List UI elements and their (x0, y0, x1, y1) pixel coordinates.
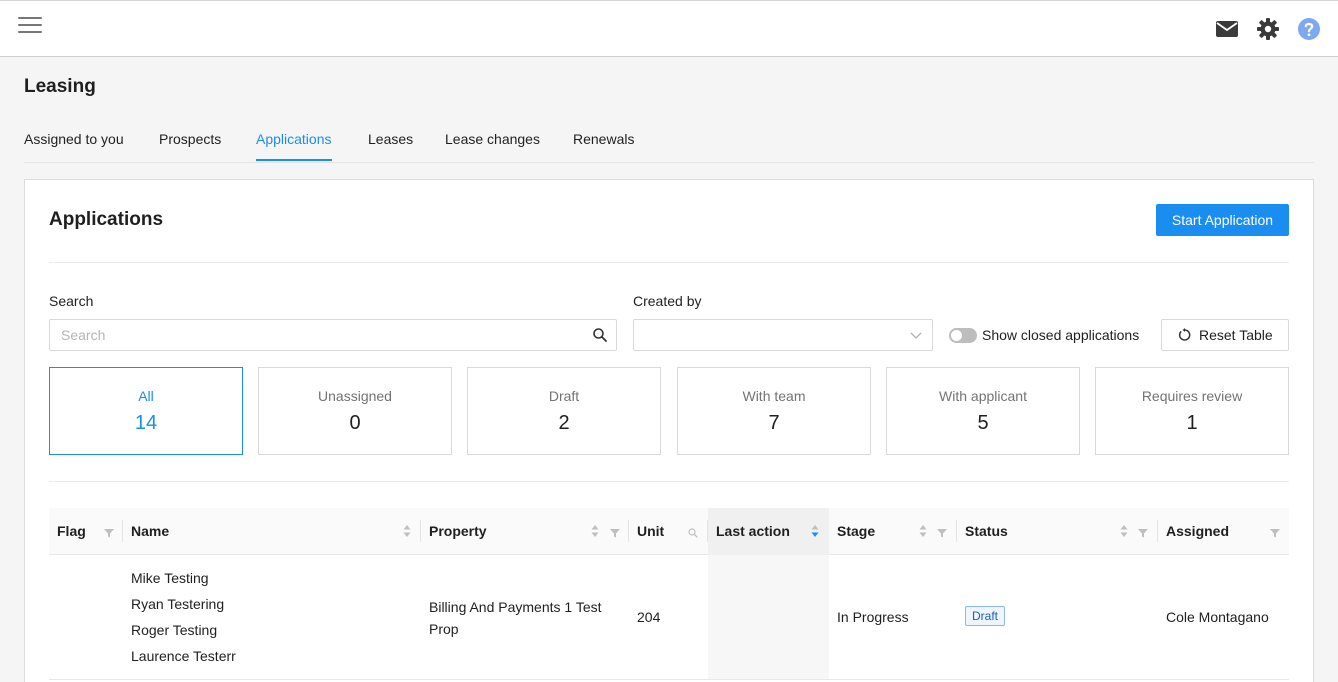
applicant-name[interactable]: Ryan Testering (131, 591, 236, 617)
column-header-name[interactable]: Name (123, 508, 421, 555)
filter-icon[interactable] (1138, 525, 1148, 538)
stat-label: Unassigned (318, 388, 392, 404)
stat-label: Requires review (1141, 388, 1243, 404)
column-label: Assigned (1166, 523, 1230, 539)
stat-count: 0 (349, 412, 361, 434)
stat-count: 14 (134, 412, 158, 434)
tab-renewals[interactable]: Renewals (573, 131, 634, 159)
column-label: Status (965, 523, 1008, 539)
reset-table-button[interactable]: Reset Table (1161, 319, 1289, 351)
applicant-name[interactable]: Laurence Testerr (131, 643, 236, 669)
table-header: Flag Name Property Unit Last action Stag… (49, 508, 1289, 555)
stat-label: With applicant (939, 388, 1027, 404)
sort-icon[interactable] (1120, 524, 1128, 538)
stat-label: With team (742, 388, 806, 404)
column-label: Stage (837, 523, 876, 539)
search-placeholder: Search (61, 327, 106, 343)
created-by-label: Created by (633, 293, 702, 309)
show-closed-toggle[interactable] (949, 328, 977, 343)
stat-draft[interactable]: Draft 2 (467, 367, 661, 455)
column-header-property[interactable]: Property (421, 508, 629, 555)
unit-cell: 204 (637, 609, 661, 625)
stat-label: All (138, 388, 154, 404)
chevron-down-icon (908, 327, 924, 343)
start-application-button[interactable]: Start Application (1156, 204, 1289, 236)
filter-icon[interactable] (610, 525, 620, 538)
stat-with-team[interactable]: With team 7 (677, 367, 871, 455)
help-icon[interactable] (1297, 17, 1321, 41)
column-header-assigned[interactable]: Assigned (1158, 508, 1289, 555)
applications-card: Applications Start Application Search Se… (24, 179, 1314, 682)
assigned-cell: Cole Montagano (1166, 609, 1269, 625)
stat-all[interactable]: All 14 (49, 367, 243, 455)
filter-icon[interactable] (937, 525, 947, 538)
gear-icon[interactable] (1256, 17, 1280, 41)
column-header-status[interactable]: Status (957, 508, 1158, 555)
reset-table-label: Reset Table (1199, 327, 1273, 343)
column-header-unit[interactable]: Unit (629, 508, 708, 555)
filter-icon[interactable] (104, 525, 114, 538)
stat-count: 2 (558, 412, 570, 434)
column-label: Last action (716, 523, 790, 539)
tab-lease-changes[interactable]: Lease changes (445, 131, 540, 159)
applicant-name[interactable]: Mike Testing (131, 565, 236, 591)
divider (49, 481, 1289, 482)
mail-icon[interactable] (1215, 17, 1239, 41)
search-icon[interactable] (688, 525, 698, 538)
sort-icon[interactable] (403, 524, 411, 538)
property-cell: Billing And Payments 1 Test Prop (429, 599, 602, 637)
tab-applications[interactable]: Applications (256, 131, 332, 161)
sort-icon[interactable] (591, 524, 599, 538)
column-header-stage[interactable]: Stage (829, 508, 957, 555)
show-closed-label: Show closed applications (982, 327, 1140, 343)
applicant-name[interactable]: Roger Testing (131, 617, 236, 643)
tab-leases[interactable]: Leases (368, 131, 413, 159)
search-input[interactable]: Search (49, 319, 617, 351)
column-label: Name (131, 523, 170, 539)
hamburger-menu-icon[interactable] (18, 17, 42, 37)
tab-prospects[interactable]: Prospects (159, 131, 221, 159)
created-by-select[interactable] (633, 319, 933, 351)
search-icon (592, 327, 608, 343)
leasing-tabs: Assigned to you Prospects Applications L… (24, 122, 1314, 163)
stat-label: Draft (548, 388, 580, 404)
tab-assigned-to-you[interactable]: Assigned to you (24, 131, 124, 159)
top-bar (0, 0, 1338, 57)
column-label: Flag (57, 523, 86, 539)
card-title: Applications (49, 209, 164, 230)
column-header-last-action[interactable]: Last action (708, 508, 829, 555)
divider (49, 262, 1289, 263)
status-badge: Draft (965, 606, 1006, 626)
stat-requires-review[interactable]: Requires review 1 (1095, 367, 1289, 455)
page-title: Leasing (24, 76, 96, 97)
search-label: Search (49, 293, 94, 309)
sort-icon[interactable] (919, 524, 927, 538)
filter-icon[interactable] (1270, 525, 1280, 538)
stat-count: 7 (768, 412, 780, 434)
reset-icon (1178, 328, 1192, 342)
column-label: Property (429, 523, 487, 539)
stat-with-applicant[interactable]: With applicant 5 (886, 367, 1080, 455)
stage-cell: In Progress (837, 609, 909, 625)
stat-count: 5 (977, 412, 989, 434)
column-header-flag[interactable]: Flag (49, 508, 123, 555)
sort-icon[interactable] (811, 524, 819, 538)
applicant-names-cell: Mike Testing Ryan Testering Roger Testin… (131, 565, 236, 669)
table-row[interactable]: Mike Testing Ryan Testering Roger Testin… (49, 555, 1289, 680)
column-label: Unit (637, 523, 665, 539)
stat-unassigned[interactable]: Unassigned 0 (258, 367, 452, 455)
stat-count: 1 (1186, 412, 1198, 434)
